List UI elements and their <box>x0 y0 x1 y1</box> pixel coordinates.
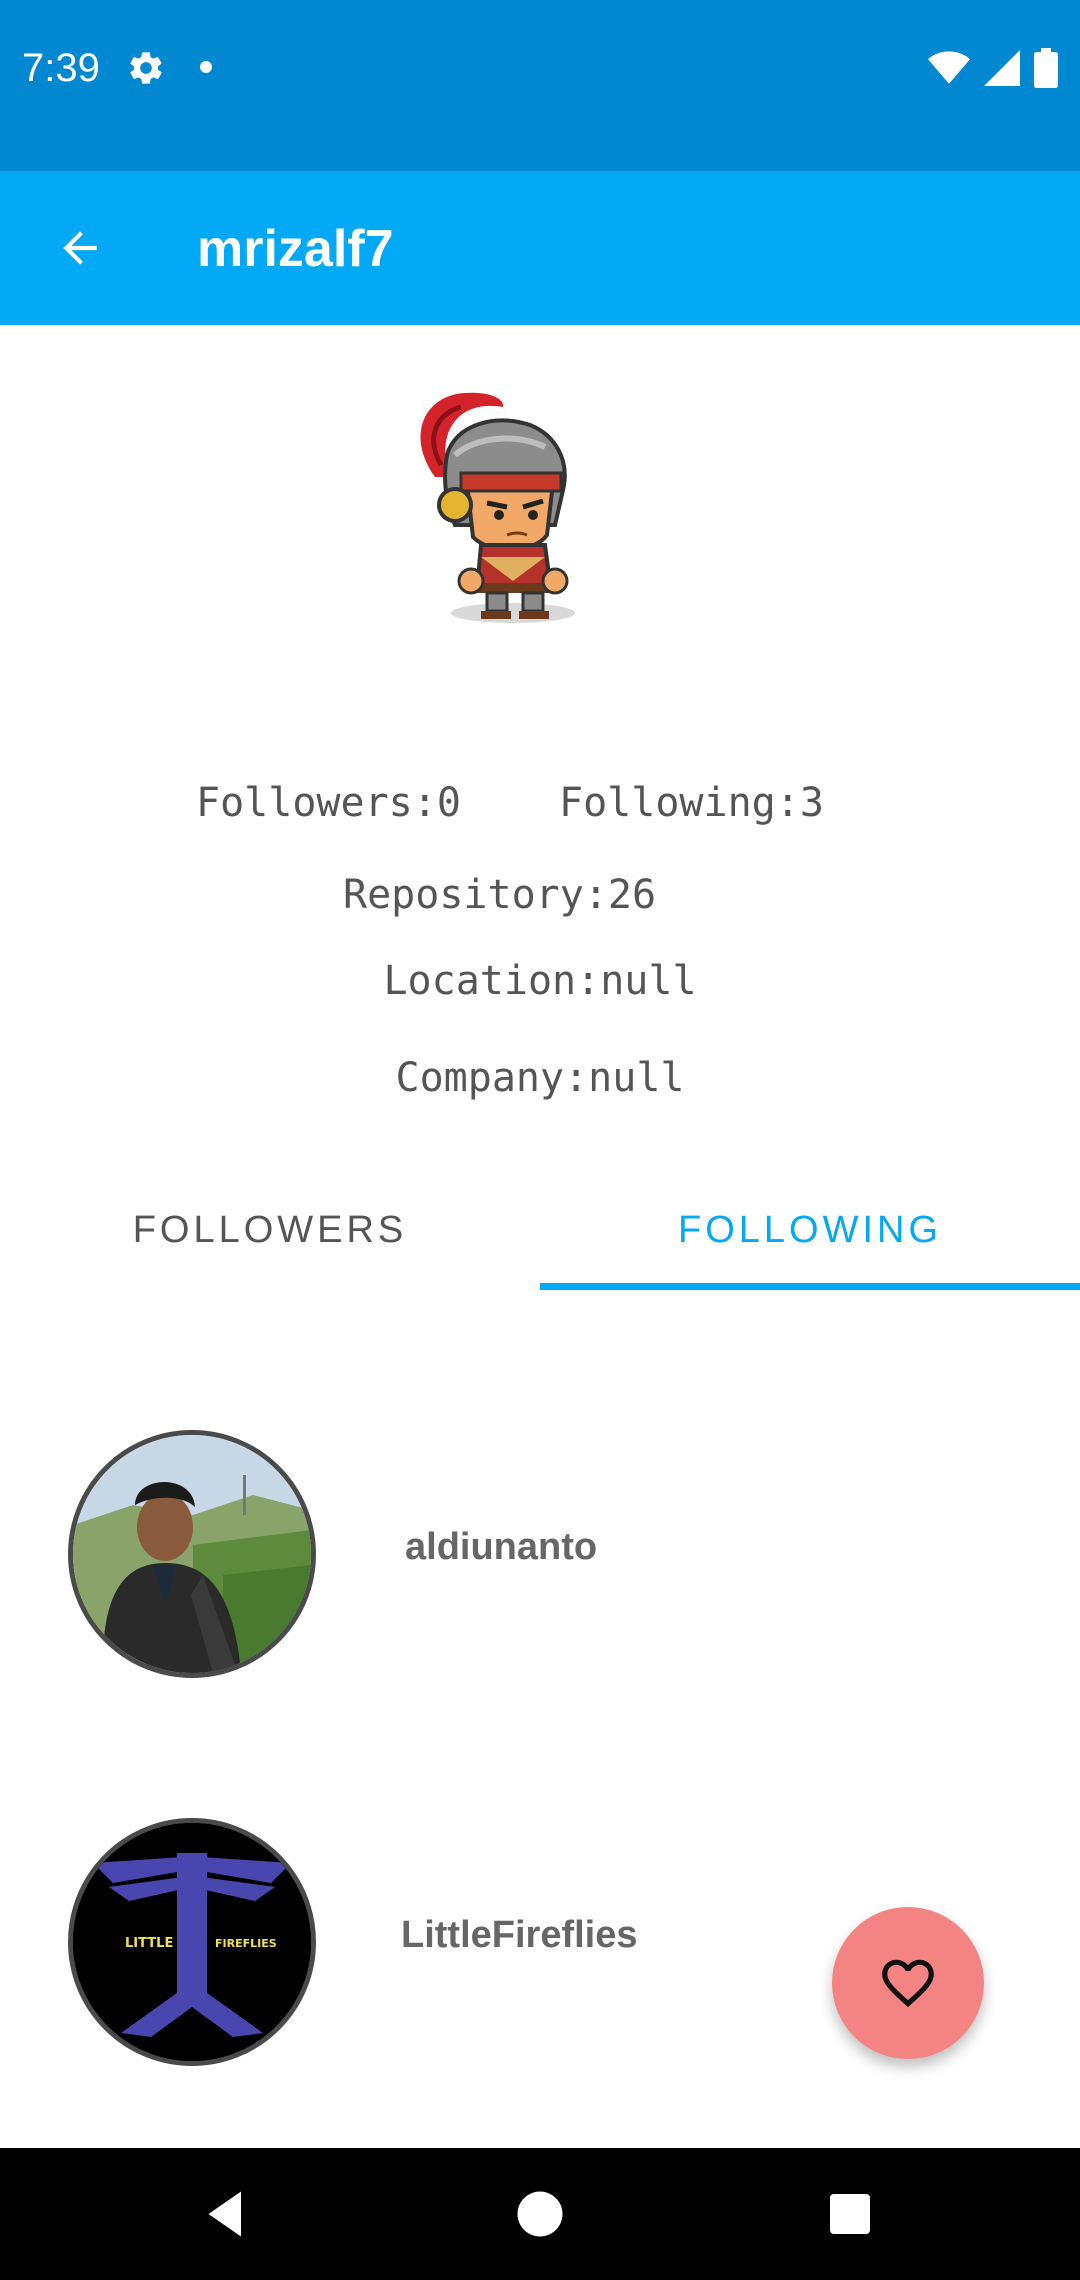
favorite-button[interactable] <box>832 1907 984 2059</box>
company-value: Company:null <box>395 1055 685 1101</box>
back-triangle-icon <box>208 2191 241 2237</box>
tab-indicator <box>540 1283 1080 1290</box>
profile-avatar <box>395 385 595 630</box>
user-avatar: LITTLE FIREFLIES <box>68 1818 316 2066</box>
list-item[interactable]: aldiunanto <box>0 1430 1080 1690</box>
back-button[interactable] <box>40 208 120 288</box>
knight-avatar-icon <box>420 392 575 623</box>
username: aldiunanto <box>405 1526 598 1568</box>
tab-bar: FOLLOWERS FOLLOWING <box>0 1170 1080 1290</box>
status-icons <box>928 46 1058 90</box>
tab-followers[interactable]: FOLLOWERS <box>0 1170 540 1290</box>
logo-text-left: LITTLE <box>125 1936 173 1951</box>
app-bar: mrizalf7 <box>0 171 1080 325</box>
nav-home-button[interactable] <box>510 2184 570 2244</box>
arrow-back-icon <box>63 231 97 265</box>
navigation-bar <box>0 2148 1080 2280</box>
followers-count: Followers:0 <box>196 780 461 826</box>
signal-icon <box>984 50 1020 86</box>
following-count: Following:3 <box>559 780 824 826</box>
logo-text-right: FIREFLIES <box>215 1937 277 1950</box>
user-avatar <box>68 1430 316 1678</box>
home-circle-icon <box>517 2191 563 2237</box>
wifi-icon <box>928 51 970 84</box>
nav-back-button[interactable] <box>196 2184 256 2244</box>
heart-outline-icon <box>882 1959 934 2008</box>
gear-icon <box>126 48 166 88</box>
battery-icon <box>1034 48 1058 88</box>
notification-dot-icon <box>200 61 212 73</box>
username: LittleFireflies <box>401 1914 638 1956</box>
company-row: Company:null <box>0 1055 1080 1101</box>
repository-count: Repository:26 <box>343 872 657 918</box>
status-bar: 7:39 <box>0 0 1080 171</box>
page-title: mrizalf7 <box>197 220 394 278</box>
status-time: 7:39 <box>22 46 100 90</box>
location-row: Location:null <box>0 958 1080 1004</box>
location-value: Location:null <box>383 958 697 1004</box>
nav-recents-button[interactable] <box>820 2184 880 2244</box>
recents-square-icon <box>830 2194 870 2234</box>
tab-following[interactable]: FOLLOWING <box>540 1170 1080 1290</box>
logo-avatar-icon: LITTLE FIREFLIES <box>73 1823 311 2061</box>
photo-avatar-icon <box>73 1435 311 1673</box>
